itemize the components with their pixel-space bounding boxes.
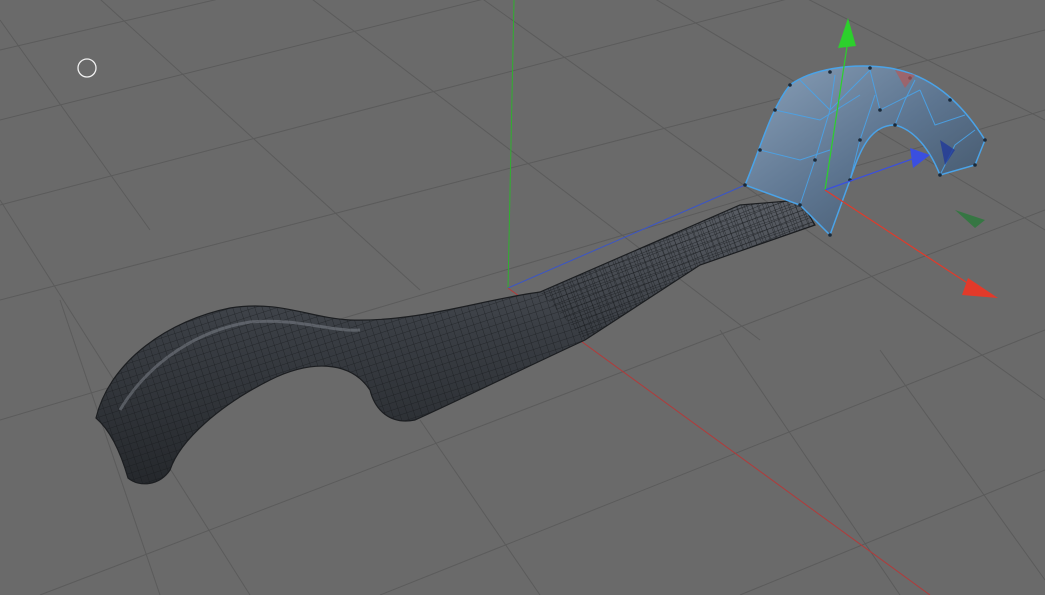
fender-subdivided-mesh[interactable]	[95, 199, 816, 485]
gizmo-x-axis	[824, 189, 976, 289]
circle-cursor-icon	[77, 58, 97, 78]
gizmo-x-arrow[interactable]	[962, 278, 998, 298]
viewport-canvas[interactable]	[0, 0, 1045, 595]
world-y-axis	[507, 0, 515, 289]
3d-viewport[interactable]	[0, 0, 1045, 595]
